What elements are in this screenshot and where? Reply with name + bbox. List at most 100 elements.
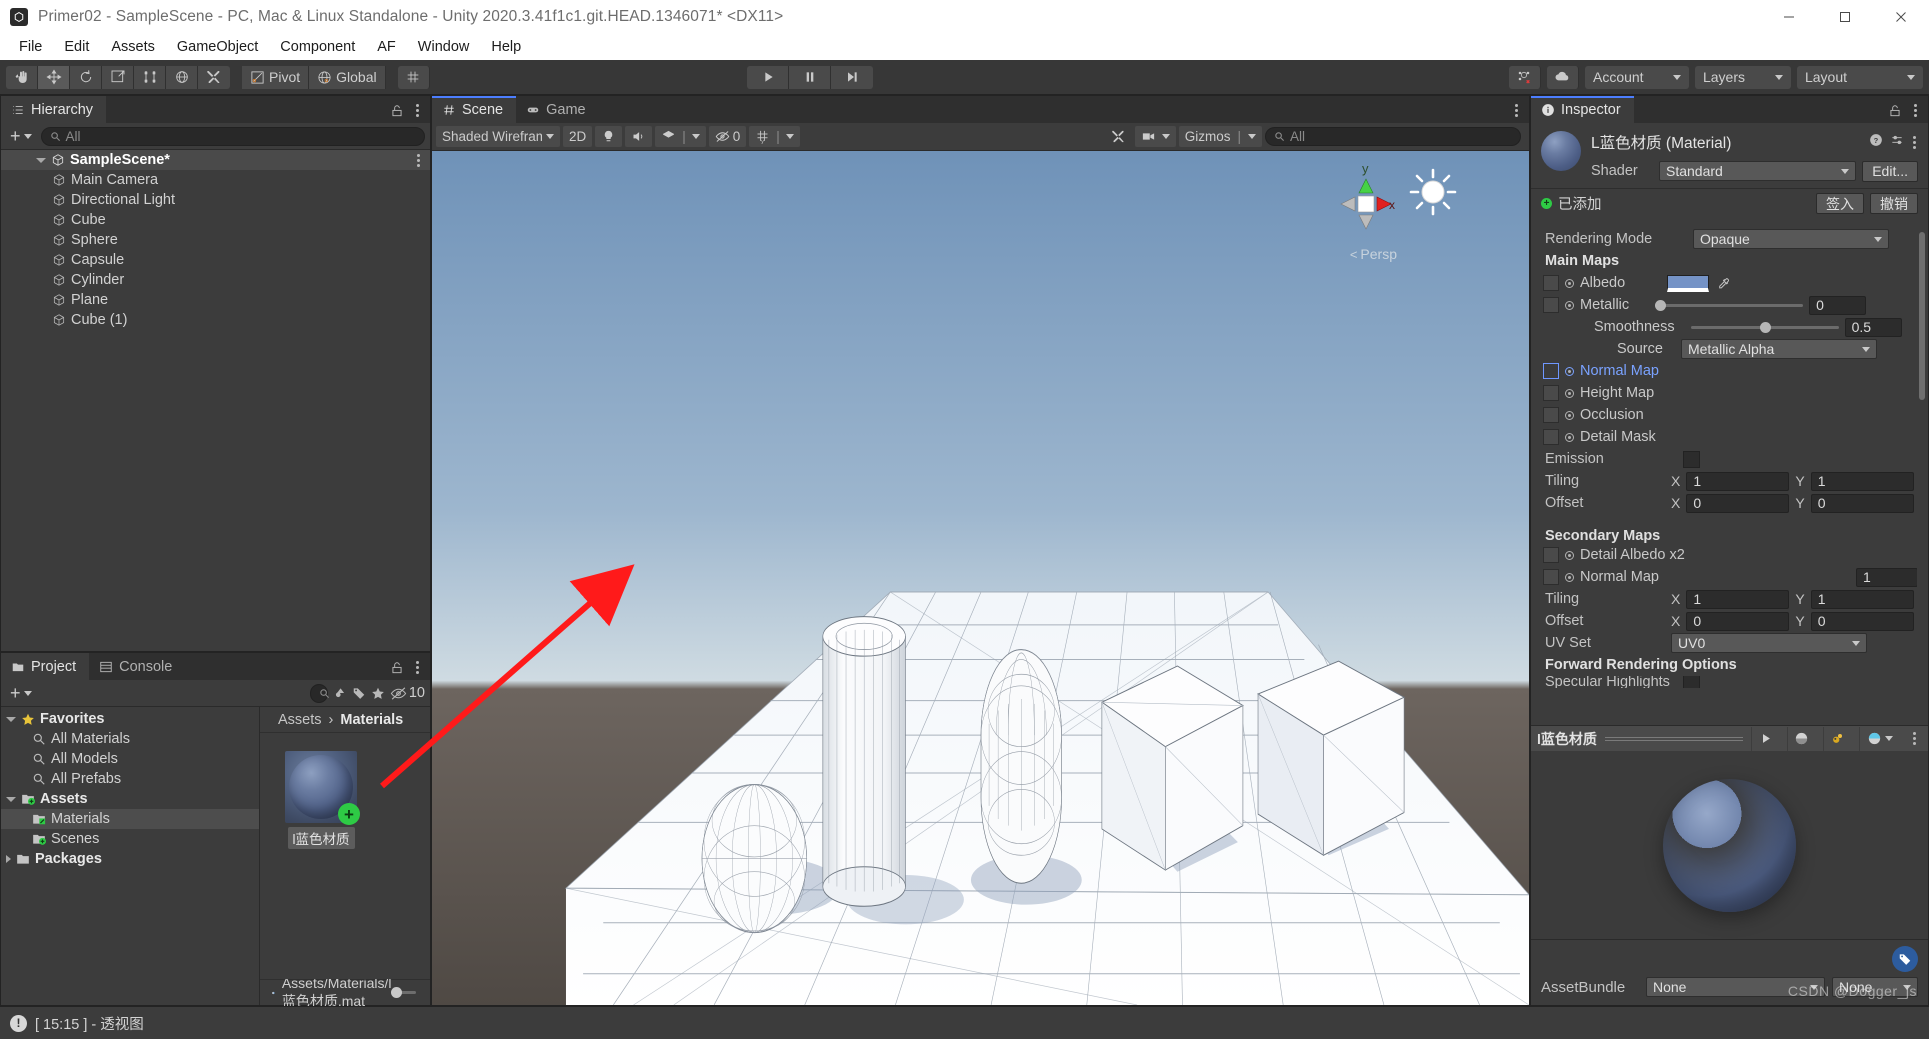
favorite-icon[interactable]: [371, 686, 385, 700]
project-tree-item[interactable]: Packages: [1, 849, 259, 869]
metallic-slider[interactable]: [1655, 299, 1804, 311]
menu-file[interactable]: File: [8, 37, 53, 57]
hierarchy-scene-row[interactable]: SampleScene*: [1, 150, 430, 170]
secondary-normal-texture-slot[interactable]: [1543, 569, 1559, 585]
close-button[interactable]: [1873, 0, 1929, 34]
secondary-normal-radio-icon[interactable]: [1565, 572, 1574, 582]
hierarchy-item[interactable]: Directional Light: [1, 190, 430, 210]
secondary-normal-value-field[interactable]: 1: [1856, 567, 1918, 587]
preset-icon[interactable]: [1890, 133, 1904, 152]
minimize-button[interactable]: [1761, 0, 1817, 34]
menu-component[interactable]: Component: [269, 37, 366, 57]
metallic-radio-icon[interactable]: [1565, 300, 1574, 310]
offset-x-field[interactable]: 0: [1686, 493, 1790, 513]
source-dropdown[interactable]: Metallic Alpha: [1680, 339, 1877, 359]
hierarchy-item[interactable]: Main Camera: [1, 170, 430, 190]
toggle-lighting-button[interactable]: [595, 126, 623, 147]
shader-dropdown[interactable]: Standard: [1659, 161, 1857, 181]
eyedropper-icon[interactable]: [1715, 277, 1731, 290]
chevron-right-icon[interactable]: [6, 855, 11, 863]
preview-play-icon[interactable]: [1751, 726, 1779, 751]
hierarchy-menu-icon[interactable]: [414, 102, 421, 119]
move-tool-button[interactable]: [38, 65, 70, 89]
hierarchy-item[interactable]: Cube (1): [1, 310, 430, 330]
fx-dropdown[interactable]: |: [655, 126, 706, 147]
step-button[interactable]: [831, 65, 874, 89]
normal-map-texture-slot[interactable]: [1543, 363, 1559, 379]
scene-menu-icon[interactable]: [415, 152, 422, 169]
transform-tool-button[interactable]: [166, 65, 198, 89]
collab-icon[interactable]: [1508, 65, 1541, 89]
menu-af[interactable]: AF: [366, 37, 407, 57]
hierarchy-create-button[interactable]: +: [6, 127, 36, 145]
albedo-texture-slot[interactable]: [1543, 275, 1559, 291]
inspector-menu-icon[interactable]: [1912, 102, 1919, 119]
uv-set-dropdown[interactable]: UV0: [1671, 633, 1867, 653]
tab-scene[interactable]: Scene: [432, 96, 517, 123]
tiling-y-field[interactable]: 1: [1810, 471, 1914, 491]
scene-tools-button[interactable]: [1105, 126, 1132, 147]
scene-viewport[interactable]: y x < Persp: [432, 151, 1529, 1005]
sec-offset-y-field[interactable]: 0: [1810, 611, 1914, 631]
pause-button[interactable]: [789, 65, 832, 89]
custom-editor-tool-button[interactable]: [198, 65, 230, 89]
camera-settings-dropdown[interactable]: [1134, 126, 1176, 147]
project-create-button[interactable]: +: [6, 684, 36, 702]
scene-menu-icon[interactable]: [1513, 102, 1520, 119]
smoothness-slider[interactable]: [1690, 321, 1839, 333]
preview-shading-dropdown[interactable]: [1859, 726, 1899, 751]
hidden-objects-button[interactable]: 0: [708, 126, 747, 147]
help-icon[interactable]: ?: [1869, 133, 1883, 152]
preview-menu-icon[interactable]: [1911, 730, 1918, 747]
specular-highlights-checkbox[interactable]: [1683, 676, 1700, 688]
scale-tool-button[interactable]: [102, 65, 134, 89]
project-search-input[interactable]: [309, 683, 329, 703]
detail-albedo-radio-icon[interactable]: [1565, 550, 1574, 560]
project-tree-item[interactable]: Favorites: [1, 709, 259, 729]
object-filter-icon[interactable]: [333, 686, 347, 700]
play-button[interactable]: [747, 65, 790, 89]
occlusion-radio-icon[interactable]: [1565, 410, 1574, 420]
menu-edit[interactable]: Edit: [53, 37, 100, 57]
sec-offset-x-field[interactable]: 0: [1686, 611, 1790, 631]
draw-mode-dropdown[interactable]: Shaded Wireframe: [436, 126, 560, 147]
smoothness-slider-knob[interactable]: [1760, 321, 1772, 333]
chevron-down-icon[interactable]: [36, 157, 46, 163]
hierarchy-item[interactable]: Cube: [1, 210, 430, 230]
tab-project[interactable]: Project: [1, 653, 90, 680]
hierarchy-item[interactable]: Plane: [1, 290, 430, 310]
detail-mask-radio-icon[interactable]: [1565, 432, 1574, 442]
revert-button[interactable]: 撤销: [1870, 193, 1918, 214]
camera-projection-label[interactable]: < Persp: [1350, 246, 1397, 262]
tab-game[interactable]: Game: [516, 96, 599, 123]
layout-dropdown[interactable]: Layout: [1796, 65, 1923, 89]
thumbnail-zoom-slider[interactable]: [391, 987, 416, 998]
pivot-button[interactable]: Pivot: [242, 65, 310, 89]
sec-tiling-y-field[interactable]: 1: [1810, 589, 1914, 609]
rect-tool-button[interactable]: [134, 65, 166, 89]
smoothness-value-field[interactable]: 0.5: [1844, 317, 1902, 337]
emission-checkbox[interactable]: [1683, 450, 1700, 468]
tiling-x-field[interactable]: 1: [1686, 471, 1790, 491]
height-map-radio-icon[interactable]: [1565, 388, 1574, 398]
inspector-scrollbar[interactable]: [1917, 222, 1927, 725]
offset-y-field[interactable]: 0: [1810, 493, 1914, 513]
gizmos-dropdown[interactable]: Gizmos |: [1178, 126, 1262, 147]
project-tree-item[interactable]: Materials: [1, 809, 259, 829]
project-tree-item[interactable]: Assets: [1, 789, 259, 809]
label-filter-icon[interactable]: [352, 686, 366, 700]
zoom-slider-knob[interactable]: [391, 987, 402, 998]
grid-snap-icon[interactable]: [397, 65, 430, 89]
grid-dropdown[interactable]: y |: [749, 126, 800, 147]
rendering-mode-dropdown[interactable]: Opaque: [1693, 229, 1889, 249]
menu-window[interactable]: Window: [407, 37, 481, 57]
scene-search-input[interactable]: All: [1265, 127, 1521, 146]
sec-tiling-x-field[interactable]: 1: [1686, 589, 1790, 609]
hidden-objects-counter[interactable]: 10: [390, 685, 425, 702]
chevron-down-icon[interactable]: [6, 796, 16, 802]
detail-albedo-texture-slot[interactable]: [1543, 547, 1559, 563]
lock-icon[interactable]: [1888, 104, 1902, 118]
checkin-button[interactable]: 签入: [1816, 193, 1864, 214]
inspector-scroll-thumb[interactable]: [1919, 232, 1925, 400]
preview-mesh-icon[interactable]: [1787, 726, 1815, 751]
